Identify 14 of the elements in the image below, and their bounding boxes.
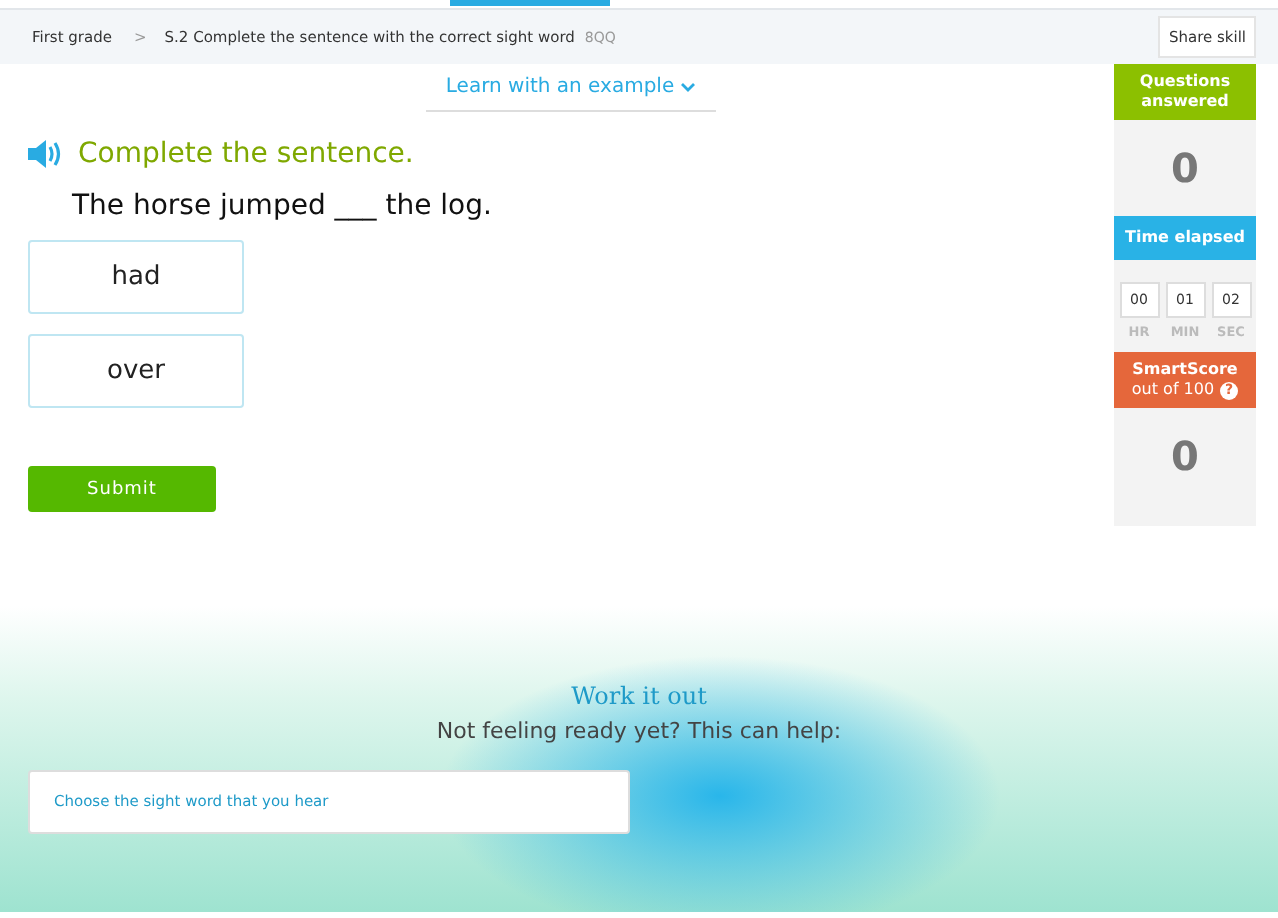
answer-choice[interactable]: over bbox=[28, 334, 244, 408]
smartscore-header: SmartScore bbox=[1132, 360, 1238, 380]
speaker-icon[interactable] bbox=[28, 140, 62, 168]
time-header: Time elapsed bbox=[1114, 216, 1256, 260]
section-subtitle: Not feeling ready yet? This can help: bbox=[436, 718, 842, 744]
questions-header: Questions answered bbox=[1114, 64, 1256, 120]
question-sentence: The horse jumped ___ the log. bbox=[72, 190, 494, 222]
smartscore-subtitle: out of 100 bbox=[1131, 380, 1215, 400]
questions-count: 0 bbox=[1169, 142, 1201, 196]
answer-choice[interactable]: had bbox=[28, 240, 244, 314]
smartscore-value: 0 bbox=[1169, 430, 1201, 484]
question-prompt: Complete the sentence. bbox=[78, 138, 414, 170]
section-title: Work it out bbox=[571, 682, 707, 710]
chevron-icon bbox=[680, 82, 697, 92]
